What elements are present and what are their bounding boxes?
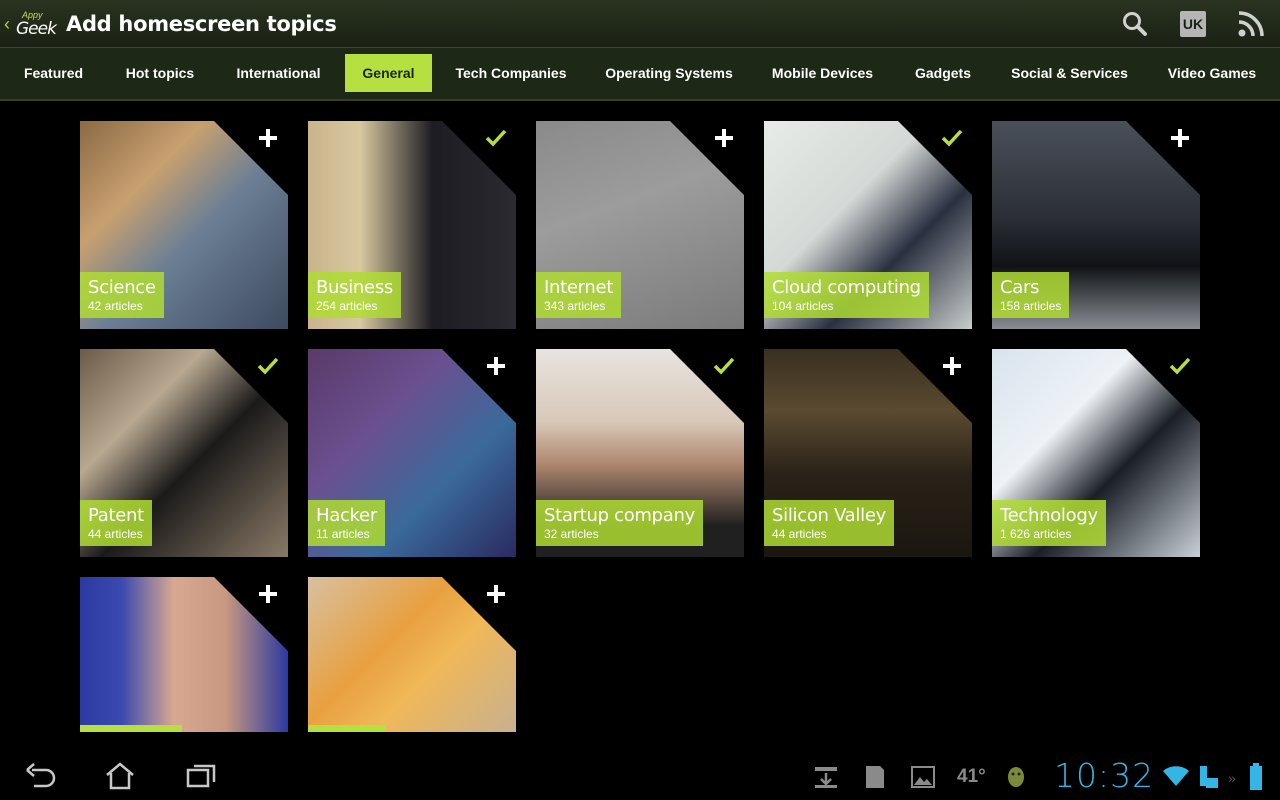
- topic-label-partial: [80, 725, 182, 732]
- plus-icon[interactable]: [485, 355, 507, 377]
- topic-tile-person[interactable]: [80, 577, 288, 732]
- check-icon[interactable]: [257, 355, 279, 377]
- topic-tab-bar: Featured Hot topics International Genera…: [0, 48, 1280, 101]
- overflow-chevron-icon[interactable]: »: [1228, 770, 1236, 786]
- check-icon[interactable]: [1169, 355, 1191, 377]
- topic-label: Cloud computing 104 articles: [764, 272, 929, 318]
- battery-icon: [1250, 763, 1262, 790]
- topic-tile-cloud-computing[interactable]: Cloud computing 104 articles: [764, 121, 972, 329]
- topic-name: Business: [316, 277, 393, 298]
- search-icon: [1123, 12, 1147, 36]
- topic-count: 343 articles: [544, 299, 606, 313]
- gallery-icon[interactable]: [910, 764, 936, 790]
- tab-video-games[interactable]: Video Games: [1156, 54, 1268, 92]
- sd-card-icon[interactable]: [862, 764, 888, 790]
- topic-count: 42 articles: [88, 299, 143, 313]
- topic-tile-silicon-valley[interactable]: Silicon Valley 44 articles: [764, 349, 972, 557]
- plus-icon[interactable]: [485, 583, 507, 605]
- topic-count: 44 articles: [772, 527, 827, 541]
- topic-name: Internet: [544, 277, 614, 298]
- wifi-icon: [1163, 766, 1189, 786]
- topic-name: Patent: [88, 505, 144, 526]
- topic-label: Startup company 32 articles: [536, 500, 703, 546]
- topic-count: 44 articles: [88, 527, 143, 541]
- topic-tile-startup-company[interactable]: Startup company 32 articles: [536, 349, 744, 557]
- back-icon[interactable]: [24, 760, 58, 792]
- topic-tile-patent[interactable]: Patent 44 articles: [80, 349, 288, 557]
- tab-featured[interactable]: Featured: [12, 54, 95, 92]
- topic-label-partial: [308, 725, 386, 732]
- plus-icon[interactable]: [1169, 127, 1191, 149]
- topic-label: Cars 158 articles: [992, 272, 1070, 318]
- topic-count: 32 articles: [544, 527, 599, 541]
- topic-tile-design[interactable]: [308, 577, 516, 732]
- topic-name: Science: [88, 277, 156, 298]
- recent-apps-icon[interactable]: [184, 760, 218, 792]
- status-clock: 10:32: [1054, 756, 1155, 795]
- topic-label: Science 42 articles: [80, 272, 164, 318]
- topic-tile-science[interactable]: Science 42 articles: [80, 121, 288, 329]
- topic-name: Startup company: [544, 505, 695, 526]
- rss-button[interactable]: [1222, 0, 1280, 48]
- tab-international[interactable]: International: [225, 54, 332, 92]
- plus-icon[interactable]: [257, 583, 279, 605]
- download-icon[interactable]: [812, 764, 840, 790]
- topic-count: 11 articles: [316, 527, 370, 541]
- topic-name: Cloud computing: [772, 277, 921, 298]
- topic-name: Hacker: [316, 505, 377, 526]
- tab-mobile-devices[interactable]: Mobile Devices: [762, 54, 883, 92]
- check-icon[interactable]: [485, 127, 507, 149]
- tab-operating-systems[interactable]: Operating Systems: [596, 54, 742, 92]
- tab-social-services[interactable]: Social & Services: [1003, 54, 1136, 92]
- tab-tech-companies[interactable]: Tech Companies: [446, 54, 576, 92]
- home-icon[interactable]: [103, 760, 137, 792]
- topic-label: Silicon Valley 44 articles: [764, 500, 894, 546]
- topic-count: 104 articles: [772, 299, 834, 313]
- tab-hot-topics[interactable]: Hot topics: [115, 54, 205, 92]
- topic-tile-internet[interactable]: Internet 343 articles: [536, 121, 744, 329]
- topic-label: Internet 343 articles: [536, 272, 622, 318]
- search-button[interactable]: [1106, 0, 1164, 48]
- topic-name: Cars: [1000, 277, 1040, 298]
- app-logo[interactable]: Appy Geek: [14, 4, 57, 44]
- region-badge: UK: [1180, 11, 1206, 37]
- topic-name: Silicon Valley: [772, 505, 886, 526]
- logo-main-text: Geek: [16, 18, 57, 39]
- back-chevron-icon[interactable]: ‹: [4, 0, 14, 48]
- android-icon[interactable]: [1002, 764, 1030, 792]
- topic-label: Patent 44 articles: [80, 500, 152, 546]
- tab-gadgets[interactable]: Gadgets: [903, 54, 983, 92]
- tab-general[interactable]: General: [345, 54, 432, 92]
- action-bar: ‹ Appy Geek Add homescreen topics UK: [0, 0, 1280, 48]
- topic-label: Technology 1 626 articles: [992, 500, 1106, 546]
- check-icon[interactable]: [713, 355, 735, 377]
- region-button[interactable]: UK: [1164, 0, 1222, 48]
- temperature-readout: 41°: [957, 766, 986, 787]
- rss-icon: [1238, 11, 1264, 37]
- topic-count: 158 articles: [1000, 299, 1062, 313]
- topic-label: Hacker 11 articles: [308, 500, 385, 546]
- topic-count: 254 articles: [316, 299, 378, 313]
- plus-icon[interactable]: [713, 127, 735, 149]
- topic-tile-technology[interactable]: Technology 1 626 articles: [992, 349, 1200, 557]
- topic-tile-cars[interactable]: Cars 158 articles: [992, 121, 1200, 329]
- plus-icon[interactable]: [941, 355, 963, 377]
- topic-label: Business 254 articles: [308, 272, 401, 318]
- topic-count: 1 626 articles: [1000, 527, 1072, 541]
- topic-tile-hacker[interactable]: Hacker 11 articles: [308, 349, 516, 557]
- plus-icon[interactable]: [257, 127, 279, 149]
- topic-name: Technology: [1000, 505, 1098, 526]
- check-icon[interactable]: [941, 127, 963, 149]
- topic-tile-business[interactable]: Business 254 articles: [308, 121, 516, 329]
- keyboard-battery-icon: [1200, 766, 1218, 788]
- page-title: Add homescreen topics: [66, 11, 337, 36]
